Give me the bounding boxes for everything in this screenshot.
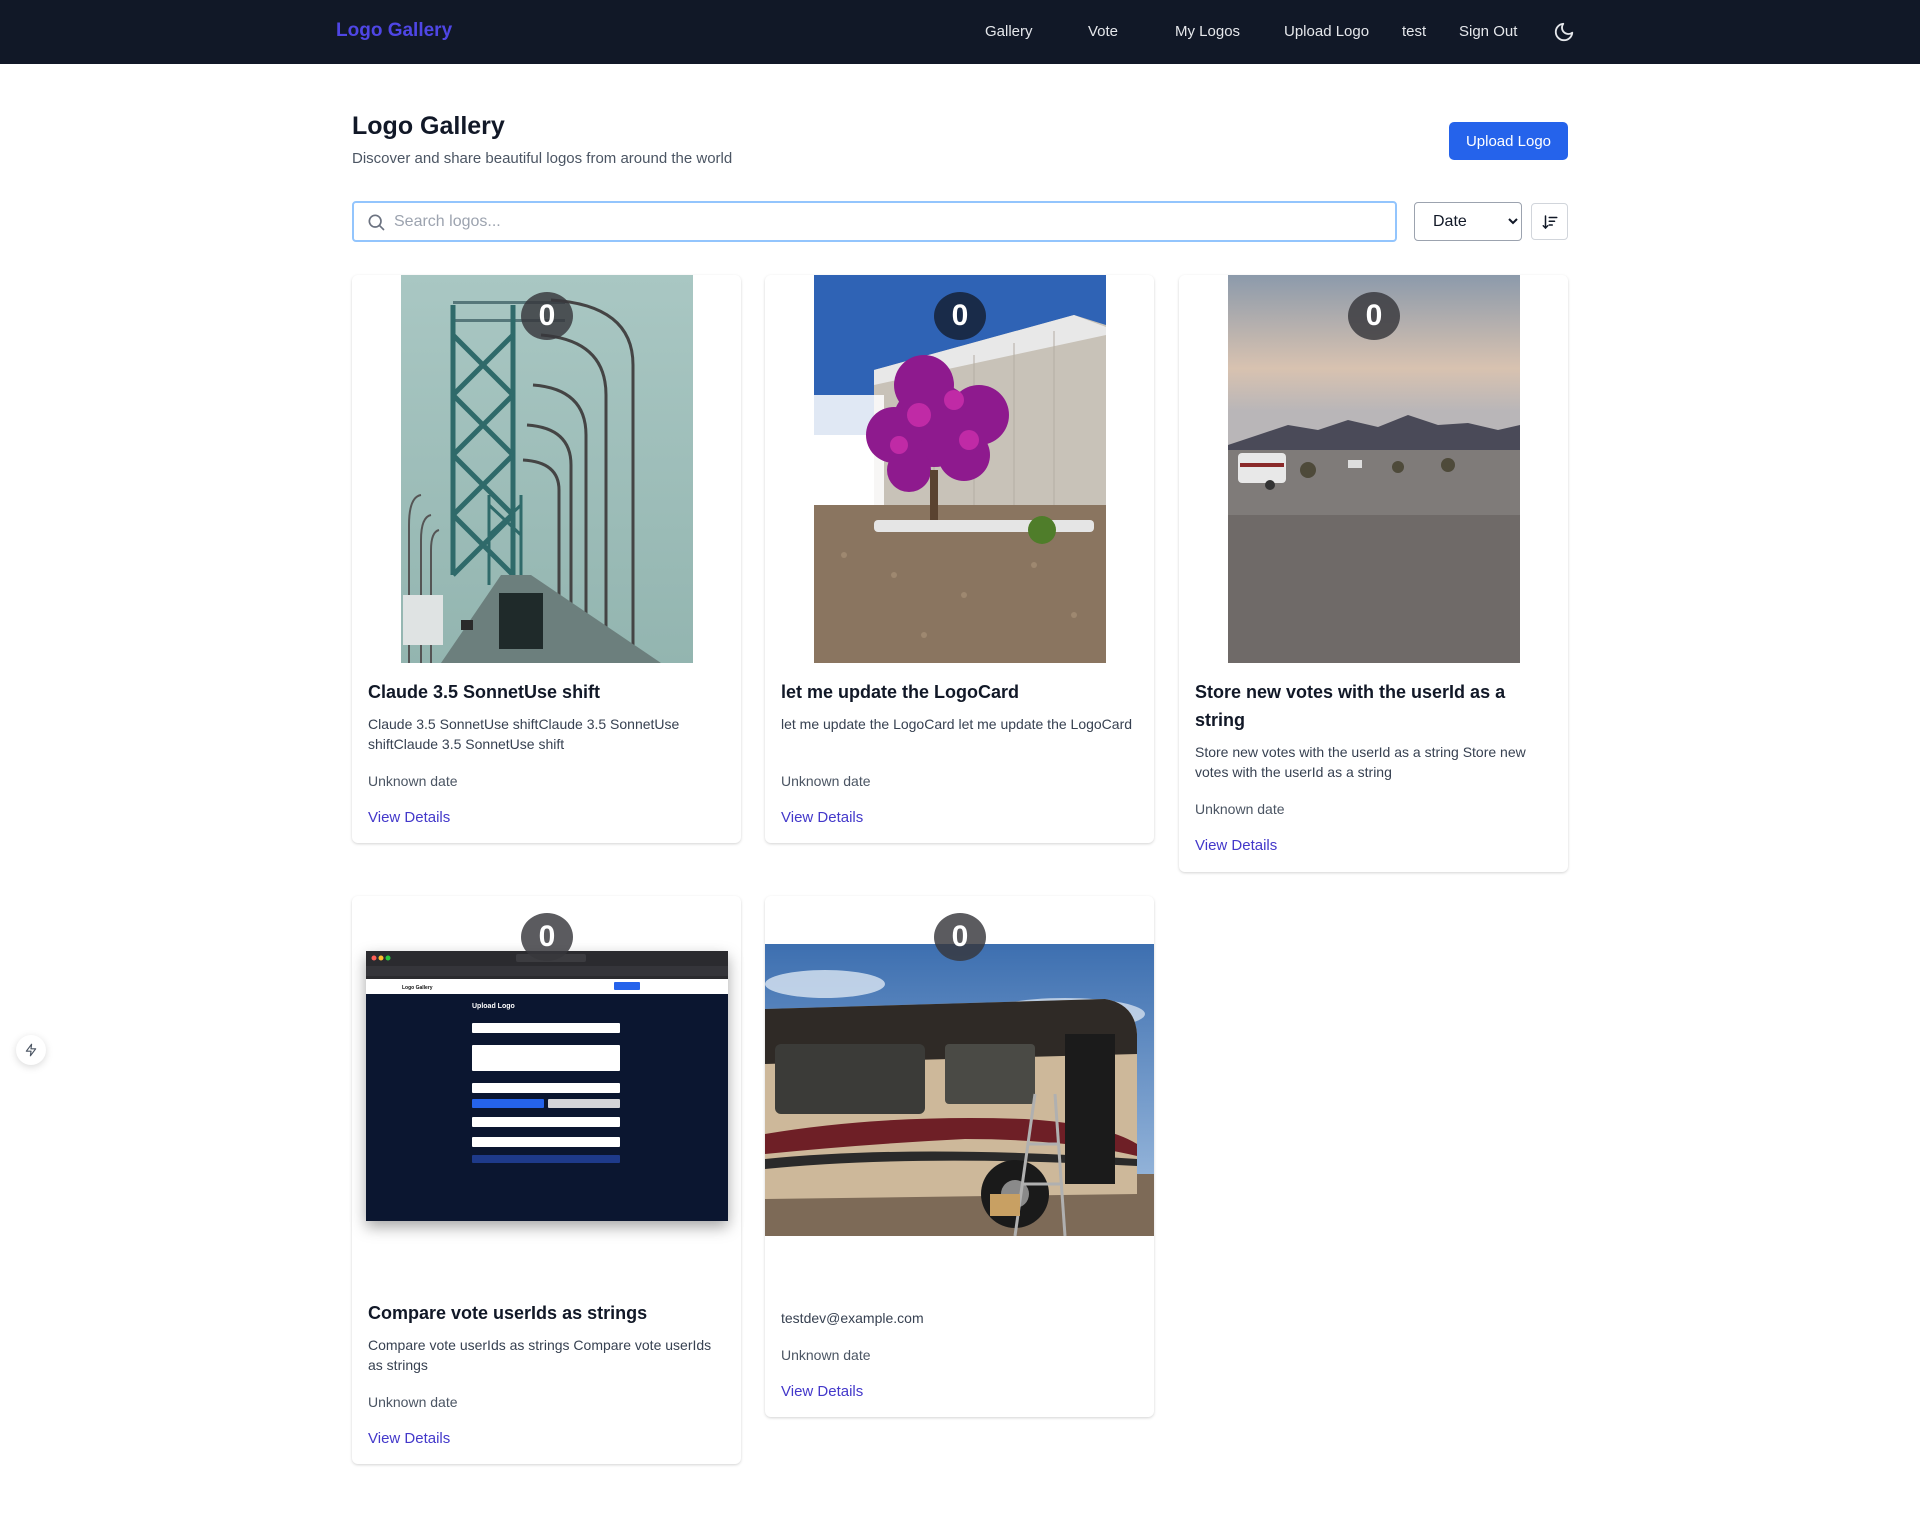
card-date: Unknown date [781,773,871,789]
logo-card: 0 Store new votes with the userId as a s… [1179,275,1568,872]
upload-form-screenshot[interactable]: Logo Gallery Upload Logo [366,951,728,1221]
view-details-link[interactable]: View Details [368,809,450,826]
card-description: Store new votes with the userId as a str… [1195,744,1526,780]
nav-gallery[interactable]: Gallery [985,23,1033,40]
sort-direction-button[interactable] [1531,203,1568,240]
lightning-icon [25,1043,37,1057]
vote-count-badge: 0 [934,913,986,961]
card-title[interactable]: let me update the LogoCard [781,678,1141,706]
card-title[interactable]: Store new votes with the userId as a str… [1195,678,1555,734]
upload-logo-button[interactable]: Upload Logo [1449,122,1568,160]
vote-count-badge: 0 [521,292,573,340]
logo-card: Logo Gallery Upload Logo 0 Compare vote … [352,896,741,1464]
vote-count-badge: 0 [934,292,986,340]
logo-card: 0 let me update the LogoCard let me upda… [765,275,1154,843]
brand-logo[interactable]: Logo Gallery [336,20,452,42]
nav-vote[interactable]: Vote [1088,23,1118,40]
card-description: let me update the LogoCard let me update… [781,716,1133,732]
nav-upload-logo[interactable]: Upload Logo [1284,23,1369,40]
floating-widget-button[interactable] [16,1035,46,1065]
moon-icon[interactable] [1553,21,1575,43]
vote-count-badge: 0 [521,913,573,961]
sort-select[interactable]: Date [1414,202,1522,241]
card-author: testdev@example.com [781,1310,924,1326]
motorhome-photo[interactable] [765,944,1154,1236]
vote-count-badge: 0 [1348,292,1400,340]
screenshot-brand: Logo Gallery [402,985,433,991]
view-details-link[interactable]: View Details [1195,837,1277,854]
card-date: Unknown date [368,1394,458,1410]
nav-username[interactable]: test [1402,23,1426,40]
nav-sign-out[interactable]: Sign Out [1459,23,1517,40]
nav-my-logos[interactable]: My Logos [1175,23,1240,40]
card-title[interactable]: Claude 3.5 SonnetUse shift [368,678,728,706]
view-details-link[interactable]: View Details [781,809,863,826]
card-date: Unknown date [1195,801,1285,817]
logo-card: 0 Claude 3.5 SonnetUse shift Claude 3.5 … [352,275,741,843]
screenshot-title: Upload Logo [472,1003,515,1010]
page-subtitle: Discover and share beautiful logos from … [352,150,733,167]
view-details-link[interactable]: View Details [781,1383,863,1400]
card-title[interactable]: Compare vote userIds as strings [368,1299,728,1327]
card-description: Compare vote userIds as strings Compare … [368,1337,712,1373]
top-navbar: Logo Gallery Gallery Vote My Logos Uploa… [0,0,1920,64]
view-details-link[interactable]: View Details [368,1430,450,1447]
card-description: Claude 3.5 SonnetUse shiftClaude 3.5 Son… [368,716,680,752]
page-title: Logo Gallery [352,112,505,140]
logo-card: 0 testdev@example.com Unknown date View … [765,896,1154,1417]
card-date: Unknown date [368,773,458,789]
search-input[interactable] [394,203,1384,240]
card-date: Unknown date [781,1347,871,1363]
search-box [352,201,1397,242]
search-icon [366,212,386,232]
sort-descending-icon [1542,215,1558,230]
